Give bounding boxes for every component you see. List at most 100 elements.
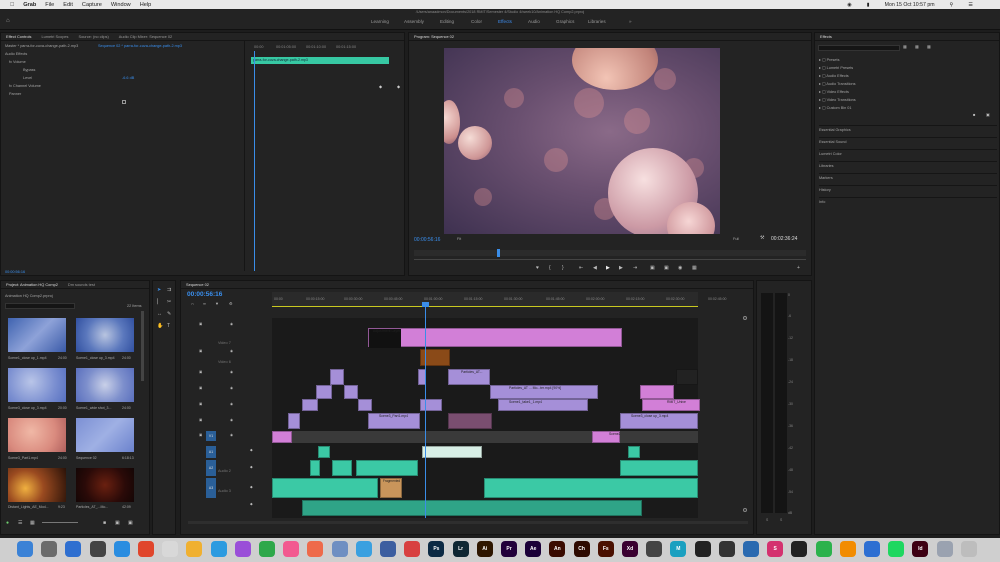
quality-dropdown[interactable]: Full (733, 237, 739, 241)
track-target-a1[interactable]: A1 (206, 446, 216, 458)
audio-clip[interactable] (620, 460, 698, 476)
menu-capture[interactable]: Capture (82, 2, 102, 8)
mic-icon[interactable]: ◆ (250, 485, 253, 489)
project-thumbnail[interactable] (8, 468, 66, 502)
dock-app-icon[interactable] (839, 541, 856, 557)
zoom-bar[interactable] (414, 259, 806, 260)
dock-app-icon[interactable] (17, 541, 33, 557)
program-timecode[interactable]: 00:00:56:16 (414, 237, 440, 243)
effects-folder[interactable]: ▸ ▢ Audio Transitions (819, 81, 856, 86)
new-bin-icon[interactable]: ■ (103, 520, 106, 526)
dock-app-icon[interactable] (186, 541, 203, 557)
marker-add-icon[interactable]: ▼ (215, 301, 219, 306)
dock-app-icon[interactable] (307, 541, 324, 557)
menu-help[interactable]: Help (140, 2, 152, 8)
dock-app-icon[interactable]: S (767, 541, 784, 557)
go-to-out-icon[interactable]: ⇥ (633, 265, 637, 271)
dock-app-icon[interactable]: Ch (573, 541, 590, 557)
dock-app-icon[interactable] (355, 541, 372, 557)
zoom-slider[interactable] (42, 522, 78, 523)
ws-audio[interactable]: Audio (528, 19, 540, 24)
lock-icon[interactable]: ▣ (199, 349, 202, 353)
panel-markers[interactable]: Markers (819, 173, 997, 180)
dock-app-icon[interactable] (960, 541, 977, 557)
audio-clip[interactable] (628, 446, 640, 458)
tab-project[interactable]: Project: Animation HQ Comp2 (6, 282, 58, 287)
battery-icon[interactable]: ▮ (867, 2, 870, 8)
eye-icon[interactable]: ◉ (230, 402, 233, 406)
audio-clip[interactable] (356, 460, 418, 476)
meter-solo-button[interactable]: S (766, 518, 768, 522)
fit-dropdown[interactable]: Fit (457, 237, 461, 241)
lock-icon[interactable]: ▣ (199, 418, 202, 422)
hand-icon[interactable]: ✋ (157, 323, 163, 329)
scene3-clip[interactable]: Scene3_Part1.mp4 (368, 413, 420, 429)
track-target-a3[interactable]: A3 (206, 478, 216, 498)
tab-dm-sounds[interactable]: Dm sounds test (68, 282, 95, 287)
tab-effect-controls[interactable]: Effect Controls (6, 34, 31, 39)
audio-clip[interactable] (310, 460, 320, 476)
dock-app-icon[interactable]: Ae (525, 541, 542, 557)
tab-sequence[interactable]: Sequence 02 (186, 282, 209, 287)
wifi-icon[interactable]: ◉ (847, 2, 852, 8)
search-icon[interactable]: ⚲ (950, 2, 954, 8)
vertical-zoom-handle[interactable] (743, 508, 747, 512)
selection-tool-icon[interactable]: ➤ (157, 287, 161, 293)
v1-end-clip[interactable]: Scene2 (592, 431, 621, 443)
linked-icon[interactable]: ∞ (203, 301, 206, 306)
dock-app-icon[interactable] (694, 541, 711, 557)
panel-lumetri-color[interactable]: Lumetri Color (819, 149, 997, 156)
ws-effects[interactable]: Effects (498, 19, 512, 24)
ws-assembly[interactable]: Assembly (404, 19, 424, 24)
master-clip-label[interactable]: Master * parra-for-cuva-change-path-2.mp… (5, 44, 78, 48)
dock-app-icon[interactable]: Lr (452, 541, 469, 557)
dock-app-icon[interactable] (888, 541, 905, 557)
audio-clip[interactable] (272, 478, 378, 498)
dock-app-icon[interactable] (936, 541, 953, 557)
panel-history[interactable]: History (819, 185, 997, 192)
ec-playhead[interactable] (254, 51, 255, 271)
icon-view-icon[interactable]: ▦ (30, 520, 35, 526)
razor-icon[interactable]: ✂ (167, 299, 171, 305)
fragmented-audio-clip[interactable]: Fragmented (380, 478, 402, 498)
clock[interactable]: Mon 15 Oct 10:57 pm (885, 2, 935, 8)
camera-icon[interactable]: ◉ (678, 265, 682, 271)
marker-icon[interactable]: ♥ (536, 265, 539, 271)
eye-icon[interactable]: ◉ (230, 433, 233, 437)
eye-icon[interactable]: ◉ (230, 322, 233, 326)
lock-icon[interactable]: ▣ (199, 402, 202, 406)
tab-lumetri-scopes[interactable]: Lumetri Scopes (41, 34, 68, 39)
scene3-closeup-clip[interactable]: Scene3_close up_3.mp4 (620, 413, 698, 429)
scene1-clip[interactable]: Scene1_take1_1.mp4 (498, 399, 588, 411)
channel-volume-effect[interactable]: fx Channel Volume (9, 84, 41, 88)
dock-app-icon[interactable] (259, 541, 275, 557)
more-workspaces-icon[interactable]: » (629, 19, 632, 24)
ws-libraries[interactable]: Libraries (588, 19, 606, 24)
project-item-name[interactable]: Scene1_close up_3.mp4 (76, 356, 115, 360)
meter-solo-button[interactable]: S (780, 518, 782, 522)
dock-app-icon[interactable] (41, 541, 58, 557)
panel-essential-sound[interactable]: Essential Sound (819, 137, 997, 144)
project-thumbnail[interactable] (76, 468, 134, 502)
lock-icon[interactable]: ▣ (199, 386, 202, 390)
project-item-name[interactable]: Scene1_close up_1.mp4 (8, 356, 47, 360)
timeline-timecode[interactable]: 00:00:56:16 (187, 291, 222, 298)
snap-icon[interactable]: ∩ (191, 301, 194, 306)
panner-effect[interactable]: Panner (9, 92, 21, 96)
settings-icon[interactable]: ⚙ (229, 301, 233, 306)
project-thumbnail[interactable] (8, 418, 66, 452)
apple-icon[interactable]:  (10, 2, 14, 8)
dock-app-icon[interactable] (380, 541, 396, 557)
project-item-name[interactable]: Scene1_wide shot_3... (76, 406, 111, 410)
ec-clip-bar[interactable]: parra-for-cuva-change-path-2.mp3 (251, 57, 389, 64)
mark-in-icon[interactable]: { (549, 265, 551, 271)
dock-app-icon[interactable] (404, 541, 421, 557)
step-forward-icon[interactable]: ▶ (619, 265, 623, 271)
adjustment-layer-clip[interactable]: Adjustment Layer (368, 328, 622, 348)
comparison-icon[interactable]: ▦ (692, 265, 697, 271)
project-thumbnail[interactable] (76, 368, 134, 402)
project-search-input[interactable] (5, 303, 75, 309)
eye-icon[interactable]: ◉ (230, 370, 233, 374)
ws-color[interactable]: Color (471, 19, 482, 24)
project-item-name[interactable]: Scene3_Part1.mp4 (8, 456, 38, 460)
